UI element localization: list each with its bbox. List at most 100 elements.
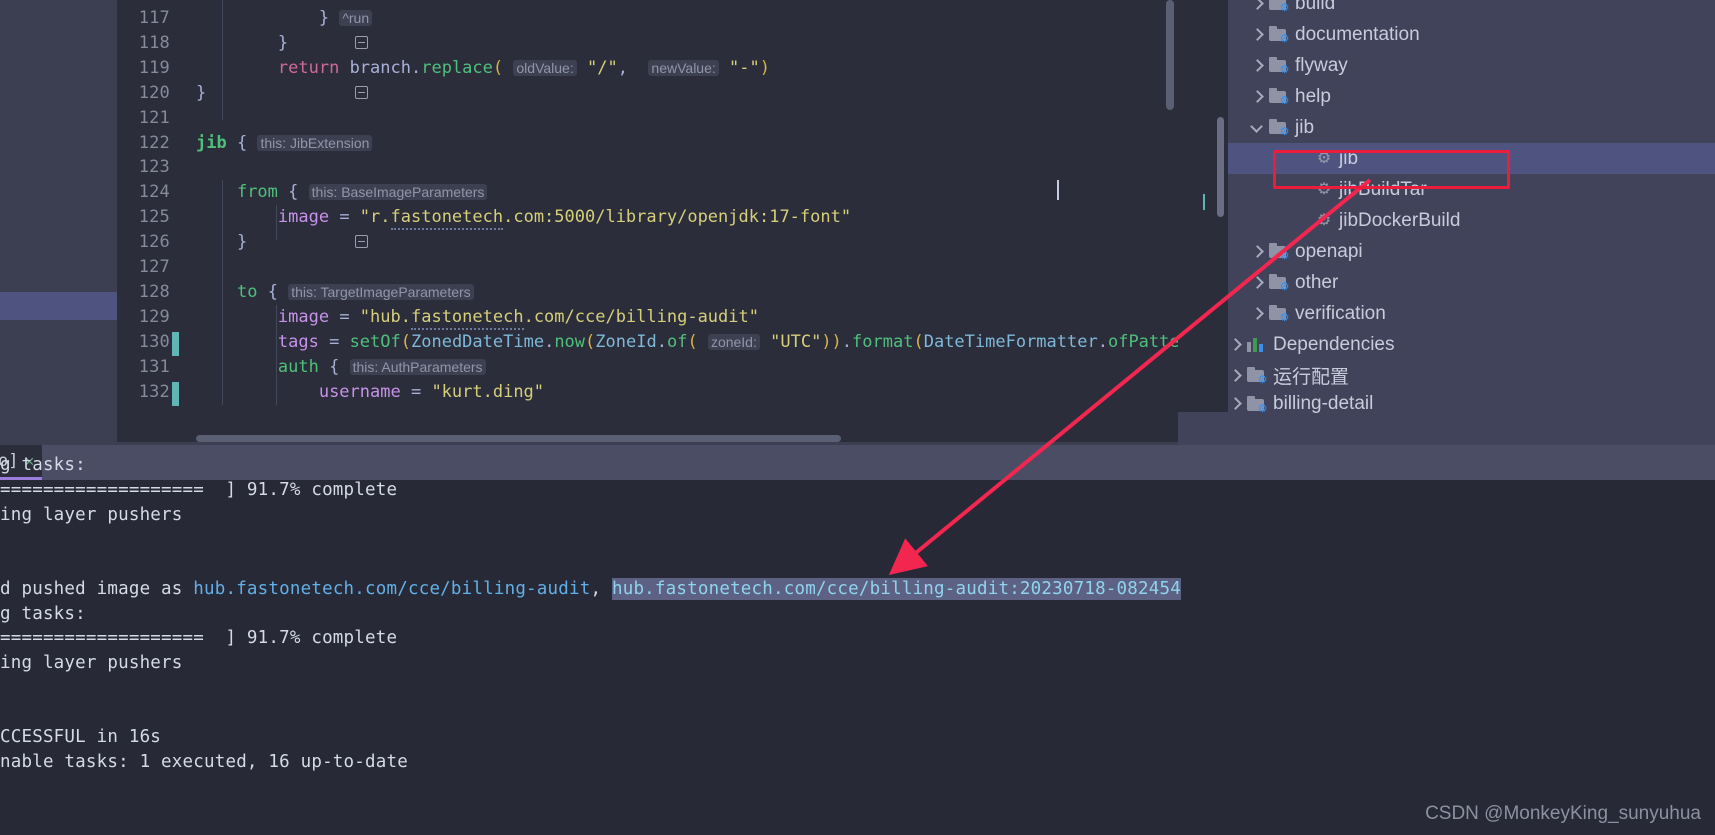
code-line[interactable]: } — [196, 33, 288, 53]
tree-item-label: Dependencies — [1273, 333, 1395, 355]
tree-item-jibdockerbuild[interactable]: ⚙ jibDockerBuild — [1228, 205, 1715, 236]
line-number: 118 — [138, 32, 170, 53]
line-number-gutter: 117 118 119 120 121 122 123 124 125 126 127 128 129 1… — [117, 0, 179, 445]
tree-item-label: jib — [1295, 116, 1315, 138]
console-line: g tasks: — [0, 455, 86, 475]
fold-column[interactable] — [179, 0, 368, 445]
code-line[interactable]: return branch.replace( oldValue: "/", ne… — [196, 58, 770, 78]
editor-left-panel-highlight — [0, 292, 117, 320]
tree-item-label: other — [1295, 271, 1339, 293]
line-number: 130 — [138, 331, 170, 352]
run-console-output[interactable]: g tasks: =================== ] 91.7% comp… — [0, 455, 1715, 835]
chevron-right-icon[interactable] — [1250, 245, 1264, 259]
vcs-change-marker[interactable] — [172, 331, 179, 356]
code-line[interactable]: username = "kurt.ding" — [196, 382, 544, 402]
tree-item-verification[interactable]: ⚙ verification — [1228, 298, 1715, 329]
code-line[interactable]: } ^run — [196, 8, 373, 28]
chevron-right-icon[interactable] — [1250, 0, 1264, 11]
folder-gear-icon: ⚙ — [1269, 243, 1289, 262]
chevron-right-icon[interactable] — [1250, 307, 1264, 321]
tree-caret-tick — [1203, 194, 1205, 210]
tree-item-jib[interactable]: ⚙ jib — [1228, 112, 1715, 143]
line-number: 122 — [138, 132, 170, 153]
line-number: 129 — [138, 306, 170, 327]
folder-gear-icon: ⚙ — [1269, 57, 1289, 76]
console-line: ing layer pushers — [0, 505, 183, 525]
tree-item-jib[interactable]: ⚙ jib — [1228, 143, 1715, 174]
chevron-right-icon[interactable] — [1228, 338, 1242, 352]
chevron-right-icon[interactable] — [1228, 369, 1242, 383]
line-number: 124 — [138, 182, 170, 203]
gear-icon: ⚙ — [1316, 149, 1332, 167]
tree-item-flyway[interactable]: ⚙ flyway — [1228, 50, 1715, 81]
chevron-right-icon[interactable] — [1250, 276, 1264, 290]
tool-window-tab-bar — [0, 445, 1715, 480]
code-line[interactable]: image = "hub.fastonetech.com/cce/billing… — [196, 306, 759, 330]
tree-vertical-scrollbar[interactable] — [1217, 117, 1224, 217]
line-number: 127 — [138, 257, 170, 277]
chevron-right-icon[interactable] — [1250, 90, 1264, 104]
console-line: ing layer pushers — [0, 653, 183, 673]
folder-gear-icon: ⚙ — [1247, 367, 1267, 386]
dependencies-icon — [1247, 336, 1267, 353]
vcs-change-marker[interactable] — [172, 381, 179, 406]
chevron-right-icon[interactable] — [1250, 28, 1264, 42]
editor-horizontal-scrollbar[interactable] — [196, 435, 841, 442]
tree-item-label: documentation — [1295, 23, 1420, 45]
code-line[interactable]: image = "r.fastonetech.com:5000/library/… — [196, 207, 851, 231]
gradle-tool-window[interactable]: ⚙ build ⚙ documentation ⚙ flyway ⚙ help ⚙ jib ⚙ jib… — [1178, 0, 1715, 412]
tree-item-build[interactable]: ⚙ build — [1228, 0, 1715, 19]
code-line[interactable]: jib { this: JibExtension — [196, 133, 373, 153]
folder-gear-icon: ⚙ — [1269, 274, 1289, 293]
console-line: g tasks: — [0, 604, 86, 624]
code-surface[interactable]: } ^run } return branch.replace( oldValue… — [196, 0, 1178, 445]
code-line[interactable]: tags = setOf(ZonedDateTime.now(ZoneId.of… — [196, 332, 1178, 352]
line-number: 119 — [138, 57, 170, 78]
tree-item-jibbuildtar[interactable]: ⚙ jibBuildTar — [1228, 174, 1715, 205]
line-number: 117 — [138, 8, 170, 28]
line-number: 132 — [138, 381, 170, 402]
tree-item-partial-bottom[interactable]: ⚙ billing-detail — [1228, 392, 1715, 416]
tree-item-label: jib — [1339, 147, 1359, 169]
tree-item-documentation[interactable]: ⚙ documentation — [1228, 19, 1715, 50]
tree-item-label: help — [1295, 85, 1331, 107]
selected-image-tag[interactable]: hub.fastonetech.com/cce/billing-audit:20… — [611, 578, 1181, 600]
folder-gear-icon: ⚙ — [1247, 395, 1267, 414]
console-line: CCESSFUL in 16s — [0, 727, 162, 747]
tree-item-label: jibBuildTar — [1339, 178, 1427, 200]
tree-item-help[interactable]: ⚙ help — [1228, 81, 1715, 112]
tree-item-label: flyway — [1295, 54, 1348, 76]
line-number: 125 — [138, 207, 170, 228]
folder-gear-icon: ⚙ — [1269, 119, 1289, 138]
tree-item-label: build — [1295, 0, 1336, 14]
text-caret — [1057, 180, 1059, 200]
tree-item-dependencies[interactable]: Dependencies — [1228, 329, 1715, 360]
chevron-right-icon[interactable] — [1250, 59, 1264, 73]
code-line[interactable]: } — [196, 232, 247, 252]
gear-icon: ⚙ — [1316, 180, 1332, 198]
code-line[interactable]: auth { this: AuthParameters — [196, 357, 486, 377]
folder-gear-icon: ⚙ — [1269, 305, 1289, 324]
folder-gear-icon: ⚙ — [1269, 88, 1289, 107]
gear-icon: ⚙ — [1316, 211, 1332, 229]
code-editor[interactable]: 117 118 119 120 121 122 123 124 125 126 127 128 129 1… — [0, 0, 1178, 445]
code-line[interactable]: from { this: BaseImageParameters — [196, 182, 488, 202]
line-number: 131 — [138, 356, 170, 377]
console-line: d pushed image as hub.fastonetech.com/cc… — [0, 578, 1181, 600]
code-line[interactable]: to { this: TargetImageParameters — [196, 282, 474, 302]
folder-gear-icon: ⚙ — [1269, 26, 1289, 45]
line-number: 123 — [138, 157, 170, 178]
line-number: 121 — [138, 107, 170, 128]
tree-item-label: billing-detail — [1273, 393, 1374, 414]
code-line[interactable]: } — [196, 83, 206, 103]
tree-item-openapi[interactable]: ⚙ openapi — [1228, 236, 1715, 267]
tree-item--[interactable]: ⚙ 运行配置 — [1228, 360, 1715, 391]
watermark-text: CSDN @MonkeyKing_sunyuhua — [1425, 803, 1701, 824]
console-line: =================== ] 91.7% complete — [0, 480, 398, 500]
chevron-down-icon[interactable] — [1250, 121, 1264, 135]
console-line: nable tasks: 1 executed, 16 up-to-date — [0, 752, 408, 772]
chevron-right-icon[interactable] — [1228, 397, 1242, 411]
tree-item-other[interactable]: ⚙ other — [1228, 267, 1715, 298]
editor-left-panel-strip — [0, 0, 117, 445]
editor-vertical-scrollbar[interactable] — [1166, 0, 1174, 110]
